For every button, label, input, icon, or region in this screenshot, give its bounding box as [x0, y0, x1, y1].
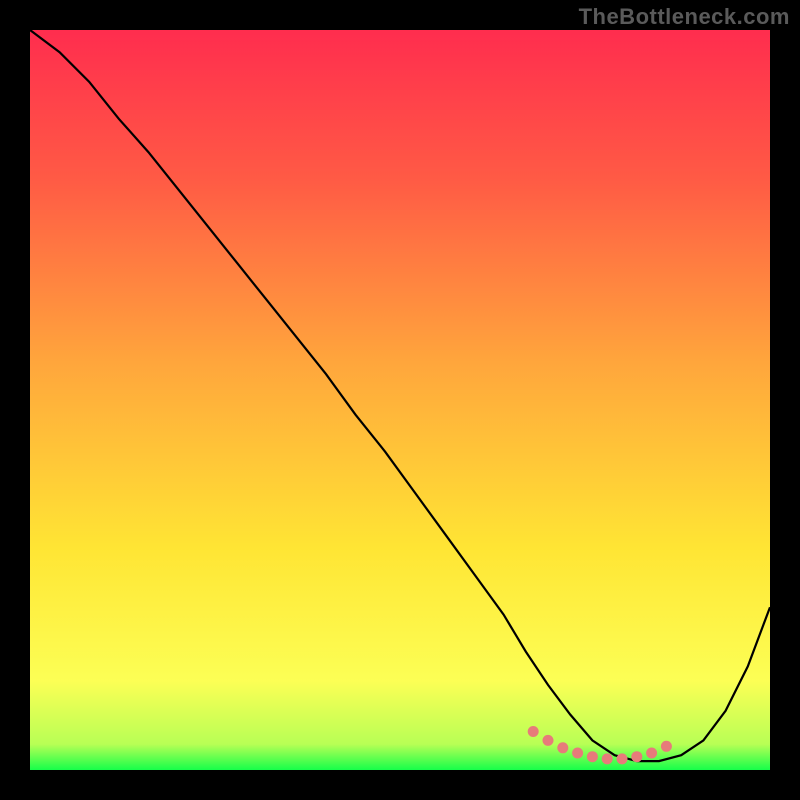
- highlight-dot: [617, 753, 628, 764]
- highlight-dot: [543, 735, 554, 746]
- highlight-dot: [602, 753, 613, 764]
- chart-plot: [30, 30, 770, 770]
- chart-frame: TheBottleneck.com: [0, 0, 800, 800]
- watermark-label: TheBottleneck.com: [579, 4, 790, 30]
- highlight-dot: [587, 751, 598, 762]
- highlight-dot: [557, 742, 568, 753]
- highlight-dot: [646, 748, 657, 759]
- highlight-dot: [528, 726, 539, 737]
- gradient-background: [30, 30, 770, 770]
- highlight-dot: [631, 751, 642, 762]
- highlight-dot: [661, 741, 672, 752]
- highlight-dot: [572, 748, 583, 759]
